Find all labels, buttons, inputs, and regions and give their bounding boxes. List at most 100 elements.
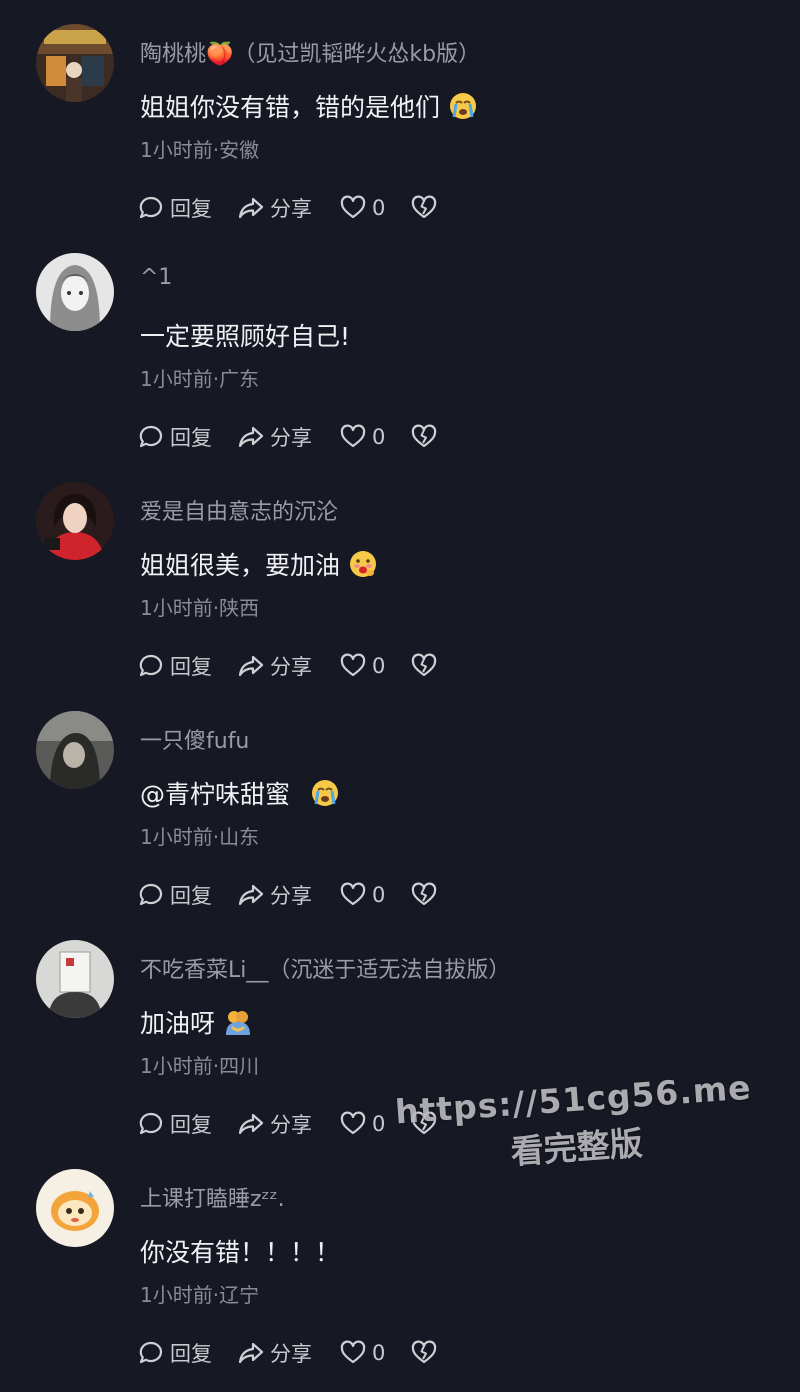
broken-heart-icon	[412, 882, 437, 906]
comment-text[interactable]: @青柠味甜蜜	[140, 775, 290, 811]
avatar[interactable]	[36, 940, 114, 1018]
like-button[interactable]: 0	[340, 1340, 385, 1366]
share-button[interactable]: 分享	[238, 1109, 312, 1139]
comment-item: 不吃香菜Li__（沉迷于适无法自拔版） 加油呀 1小时前·四川 回复 分享 0	[0, 916, 800, 1145]
reply-bubble-icon	[139, 425, 163, 448]
avatar-white-box-icon	[36, 940, 114, 1018]
share-arrow-icon	[238, 197, 264, 219]
reply-bubble-icon	[139, 654, 163, 677]
comment-meta: 1小时前·山东	[140, 825, 260, 849]
comment-nickname[interactable]: 不吃香菜Li__（沉迷于适无法自拔版）	[140, 952, 510, 984]
dislike-button[interactable]	[411, 424, 437, 450]
comment-text-row: 姐姐很美，要加油	[140, 546, 378, 582]
face-with-hand-over-mouth-blush-icon	[348, 549, 378, 579]
avatar-anime-sketch-icon	[36, 253, 114, 331]
comment-text-row: 你没有错！！！！	[140, 1233, 340, 1269]
share-button[interactable]: 分享	[238, 1338, 312, 1368]
comment-item: 爱是自由意志的沉沦 姐姐很美，要加油 1小时前·陕西 回复 分享 0	[0, 458, 800, 687]
like-count: 0	[372, 425, 386, 449]
comment-actions: 回复 分享 0	[138, 422, 437, 452]
broken-heart-icon	[412, 195, 437, 219]
share-button[interactable]: 分享	[238, 880, 312, 910]
avatar[interactable]	[36, 711, 114, 789]
comment-meta: 1小时前·广东	[140, 367, 260, 391]
broken-heart-icon	[412, 653, 437, 677]
comment-nickname[interactable]: 陶桃桃🍑（见过凯韬晔火怂kb版）	[140, 36, 480, 68]
heart-icon	[340, 653, 366, 677]
comment-item: 上课打瞌睡zᶻᶻ. 你没有错！！！！ 1小时前·辽宁 回复 分享 0	[0, 1145, 800, 1374]
comment-actions: 回复 分享 0	[138, 651, 437, 681]
loudly-crying-face-icon	[448, 91, 478, 121]
share-arrow-icon	[238, 1113, 264, 1135]
comment-meta: 1小时前·陕西	[140, 596, 260, 620]
heart-icon	[340, 424, 366, 448]
share-button[interactable]: 分享	[238, 193, 312, 223]
comment-meta: 1小时前·辽宁	[140, 1283, 260, 1307]
avatar-shop-photo-icon	[36, 24, 114, 102]
broken-heart-icon	[412, 1111, 437, 1135]
reply-bubble-icon	[139, 196, 163, 219]
comment-text: 姐姐你没有错，错的是他们	[140, 93, 441, 122]
like-button[interactable]: 0	[340, 653, 385, 679]
like-count: 0	[372, 1112, 386, 1136]
comment-text: 一定要照顾好自己!	[140, 322, 351, 351]
comment-text: 加油呀	[140, 1009, 216, 1038]
comment-nickname[interactable]: ^1	[140, 265, 172, 290]
avatar-girl-red-icon	[36, 482, 114, 560]
loudly-crying-face-icon	[310, 778, 340, 808]
share-arrow-icon	[238, 1342, 264, 1364]
comment-meta: 1小时前·四川	[140, 1054, 260, 1078]
share-arrow-icon	[238, 884, 264, 906]
like-button[interactable]: 0	[340, 1111, 385, 1137]
avatar[interactable]	[36, 1169, 114, 1247]
comment-actions: 回复 分享 0	[138, 880, 437, 910]
comment-text-row: 加油呀	[140, 1004, 253, 1040]
avatar-dark-portrait-icon	[36, 711, 114, 789]
dislike-button[interactable]	[411, 1340, 437, 1366]
reply-button[interactable]: 回复	[138, 880, 212, 910]
reply-button[interactable]: 回复	[138, 193, 212, 223]
people-hugging-icon	[223, 1007, 253, 1037]
comment-item: 一只傻fufu @青柠味甜蜜 1小时前·山东 回复 分享 0	[0, 687, 800, 916]
dislike-button[interactable]	[411, 653, 437, 679]
comment-text-row: 姐姐你没有错，错的是他们	[140, 88, 478, 124]
comment-nickname[interactable]: 上课打瞌睡zᶻᶻ.	[140, 1181, 285, 1213]
avatar-cartoon-egg-icon	[36, 1169, 114, 1247]
comment-text: 姐姐很美，要加油	[140, 551, 341, 580]
avatar[interactable]	[36, 482, 114, 560]
share-button[interactable]: 分享	[238, 422, 312, 452]
comment-text: 你没有错！！！！	[140, 1238, 341, 1267]
broken-heart-icon	[412, 424, 437, 448]
dislike-button[interactable]	[411, 882, 437, 908]
dislike-button[interactable]	[411, 195, 437, 221]
like-count: 0	[372, 1341, 386, 1365]
like-button[interactable]: 0	[340, 195, 385, 221]
comment-nickname[interactable]: 爱是自由意志的沉沦	[140, 494, 338, 526]
reply-bubble-icon	[139, 1112, 163, 1135]
comment-actions: 回复 分享 0	[138, 1338, 437, 1368]
reply-button[interactable]: 回复	[138, 1109, 212, 1139]
heart-icon	[340, 195, 366, 219]
reply-bubble-icon	[139, 883, 163, 906]
like-button[interactable]: 0	[340, 882, 385, 908]
comment-text-row: 一定要照顾好自己!	[140, 317, 350, 353]
comment-nickname[interactable]: 一只傻fufu	[140, 723, 249, 755]
share-arrow-icon	[238, 426, 264, 448]
avatar[interactable]	[36, 253, 114, 331]
like-button[interactable]: 0	[340, 424, 385, 450]
reply-button[interactable]: 回复	[138, 422, 212, 452]
reply-button[interactable]: 回复	[138, 1338, 212, 1368]
reply-button[interactable]: 回复	[138, 651, 212, 681]
like-count: 0	[372, 654, 386, 678]
avatar[interactable]	[36, 24, 114, 102]
comment-item: ^1 一定要照顾好自己! 1小时前·广东 回复 分享 0	[0, 229, 800, 458]
comment-text-row: @青柠味甜蜜	[140, 775, 340, 811]
broken-heart-icon	[412, 1340, 437, 1364]
reply-bubble-icon	[139, 1341, 163, 1364]
like-count: 0	[372, 196, 386, 220]
heart-icon	[340, 1340, 366, 1364]
comment-item: 陶桃桃🍑（见过凯韬晔火怂kb版） 姐姐你没有错，错的是他们 1小时前·安徽 回复…	[0, 0, 800, 229]
share-button[interactable]: 分享	[238, 651, 312, 681]
dislike-button[interactable]	[411, 1111, 437, 1137]
like-count: 0	[372, 883, 386, 907]
